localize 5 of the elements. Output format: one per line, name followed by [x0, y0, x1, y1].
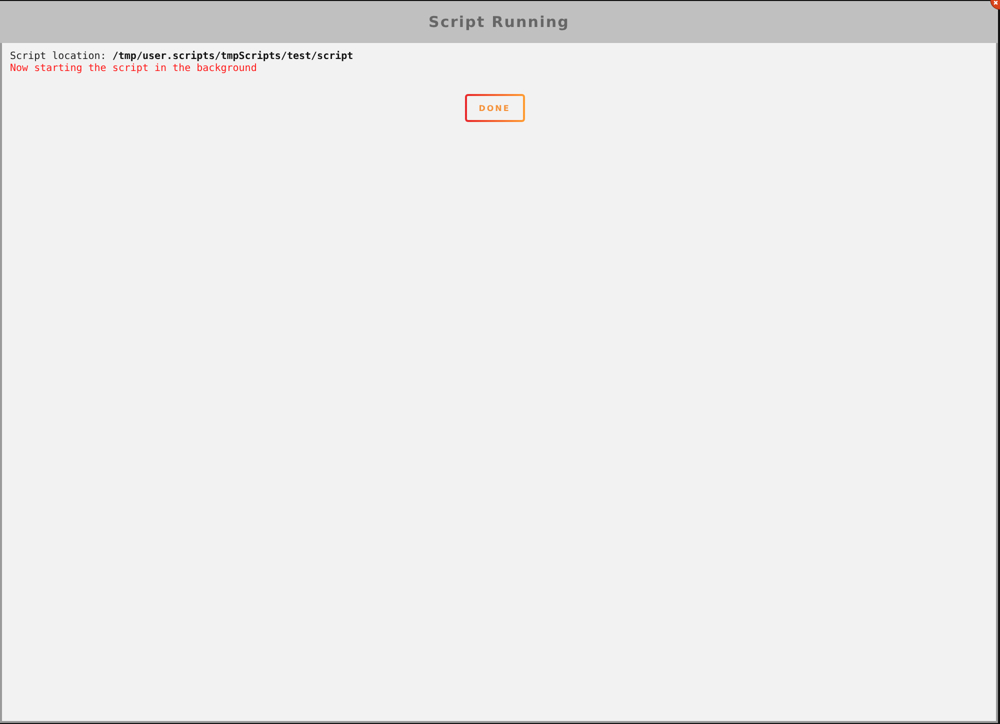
- dialog-title: Script Running: [428, 13, 570, 31]
- status-message: Now starting the script in the background: [10, 63, 257, 75]
- script-location-text: Script location: /tmp/user.scripts/tmpScripts/test/script: [10, 51, 354, 63]
- done-button[interactable]: DONE: [464, 94, 524, 122]
- close-icon[interactable]: [990, 0, 1000, 10]
